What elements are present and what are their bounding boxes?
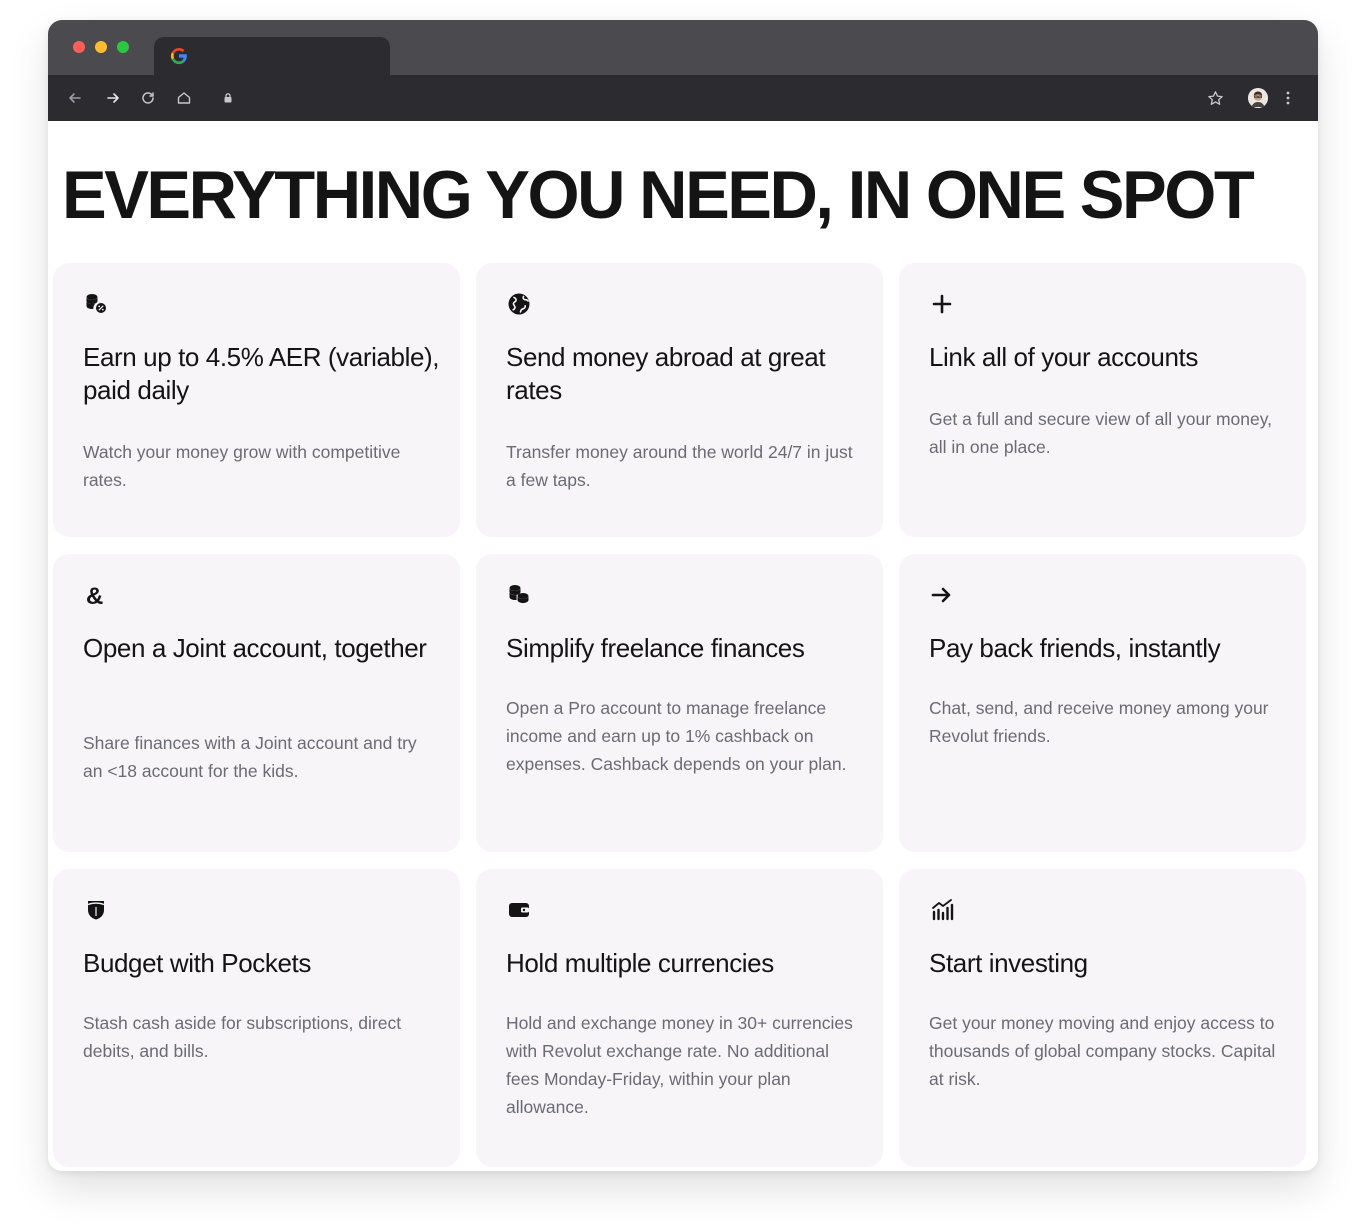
feature-card-freelance[interactable]: Simplify freelance finances Open a Pro a… [476, 554, 883, 852]
coins-percent-icon [83, 291, 109, 317]
card-title: Earn up to 4.5% AER (variable), paid dai… [83, 342, 440, 405]
card-title: Hold multiple currencies [506, 948, 774, 978]
forward-icon[interactable] [99, 84, 127, 112]
google-favicon-icon [170, 47, 188, 65]
tab-bar [48, 20, 1318, 75]
feature-card-savings[interactable]: Earn up to 4.5% AER (variable), paid dai… [53, 263, 460, 537]
feature-card-currencies[interactable]: Hold multiple currencies Hold and exchan… [476, 869, 883, 1167]
ampersand-icon: & [83, 582, 109, 610]
back-icon[interactable] [61, 84, 89, 112]
browser-toolbar [48, 75, 1318, 121]
wallet-icon [506, 897, 532, 923]
card-title: Start investing [929, 948, 1088, 978]
plus-icon [929, 291, 955, 317]
card-description: Stash cash aside for subscriptions, dire… [83, 1013, 402, 1061]
card-description: Get a full and secure view of all your m… [929, 409, 1273, 457]
card-title: Budget with Pockets [83, 948, 311, 978]
feature-card-joint-account[interactable]: & Open a Joint account, together Share f… [53, 554, 460, 852]
feature-card-transfers[interactable]: Send money abroad at great rates Transfe… [476, 263, 883, 537]
menu-icon[interactable] [1274, 84, 1302, 112]
card-description: Open a Pro account to manage freelance i… [506, 698, 847, 774]
card-title: Link all of your accounts [929, 342, 1198, 372]
pocket-icon [83, 897, 109, 923]
card-description: Transfer money around the world 24/7 in … [506, 442, 853, 490]
feature-card-investing[interactable]: Start investing Get your money moving an… [899, 869, 1306, 1167]
maximize-window-button[interactable] [117, 41, 129, 53]
page-title: EVERYTHING YOU NEED, IN ONE SPOT [62, 157, 1255, 233]
feature-card-pay-friends[interactable]: Pay back friends, instantly Chat, send, … [899, 554, 1306, 852]
coins-icon [506, 582, 532, 608]
browser-tab[interactable] [154, 37, 390, 75]
page-content: EVERYTHING YOU NEED, IN ONE SPOT Earn up… [48, 121, 1318, 1171]
browser-window: EVERYTHING YOU NEED, IN ONE SPOT Earn up… [48, 20, 1318, 1171]
card-description: Watch your money grow with competitive r… [83, 442, 401, 490]
card-title: Pay back friends, instantly [929, 633, 1221, 663]
globe-icon [506, 291, 532, 317]
lock-icon[interactable] [214, 84, 242, 112]
chart-icon [929, 897, 955, 923]
card-title: Send money abroad at great rates [506, 342, 826, 405]
star-icon[interactable] [1201, 84, 1229, 112]
avatar[interactable] [1248, 88, 1268, 108]
card-description: Hold and exchange money in 30+ currencie… [506, 1013, 853, 1117]
card-description: Get your money moving and enjoy access t… [929, 1013, 1276, 1089]
feature-card-pockets[interactable]: Budget with Pockets Stash cash aside for… [53, 869, 460, 1167]
svg-text:&: & [86, 583, 103, 608]
close-window-button[interactable] [73, 41, 85, 53]
arrow-right-icon [929, 582, 955, 608]
card-description: Chat, send, and receive money among your… [929, 698, 1269, 746]
home-icon[interactable] [170, 84, 198, 112]
card-title: Open a Joint account, together [83, 633, 427, 663]
feature-card-link-accounts[interactable]: Link all of your accounts Get a full and… [899, 263, 1306, 537]
card-description: Share finances with a Joint account and … [83, 733, 417, 781]
reload-icon[interactable] [134, 84, 162, 112]
card-title: Simplify freelance finances [506, 633, 805, 663]
minimize-window-button[interactable] [95, 41, 107, 53]
